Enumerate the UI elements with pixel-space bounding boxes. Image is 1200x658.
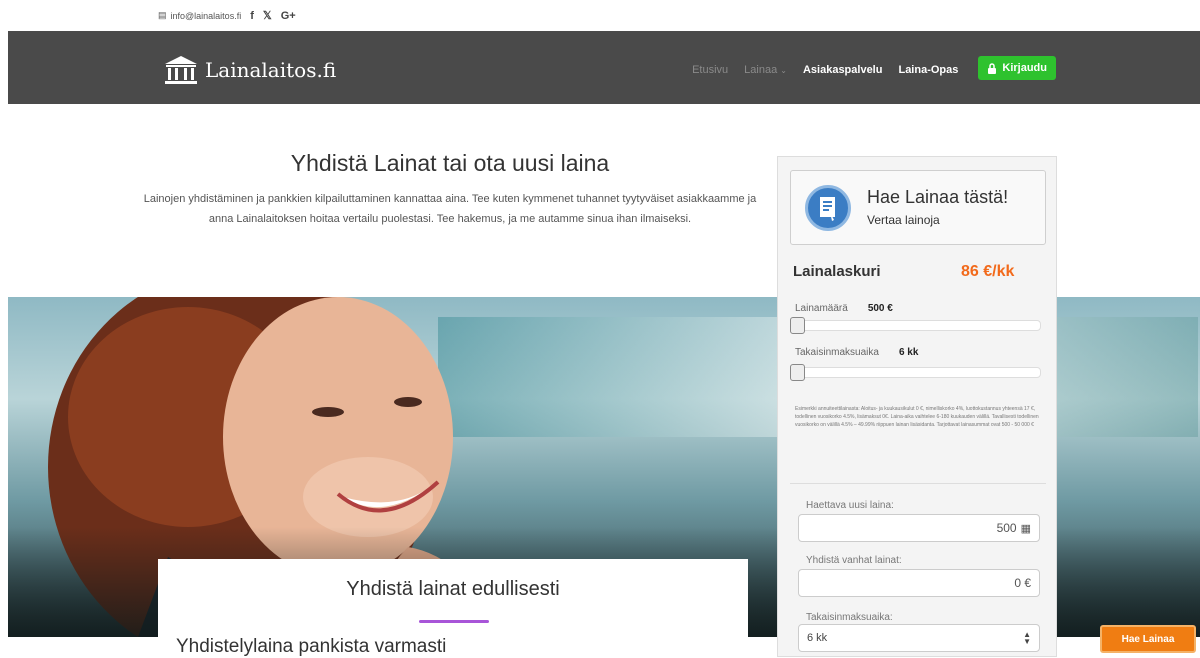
amount-slider-handle[interactable]: [790, 317, 805, 334]
content-title: Yhdistä lainat edullisesti: [346, 578, 560, 600]
brand-logo[interactable]: Lainalaitos.fi: [163, 54, 336, 86]
apply-title: Hae Lainaa tästä!: [867, 187, 1009, 207]
new-loan-label: Haettava uusi laina:: [806, 500, 894, 511]
term-select-label: Takaisinmaksuaika:: [806, 612, 893, 623]
twitter-icon[interactable]: 𝕏: [263, 9, 272, 22]
main-navbar: Lainalaitos.fi Etusivu Lainaa ⌄ Asiakasp…: [8, 31, 1200, 104]
old-loans-label: Yhdistä vanhat lainat:: [806, 555, 902, 566]
page-title: Yhdistä Lainat tai ota uusi laina: [290, 150, 610, 176]
bank-building-icon: [165, 56, 197, 84]
calculator-title: Lainalaskuri: [793, 263, 881, 280]
amount-value: 500 €: [867, 303, 893, 314]
document-icon: [805, 185, 851, 231]
panel-divider: [790, 483, 1046, 484]
loan-example-fineprint: Esimerkki annuiteettilainasta: Aloitus- …: [795, 406, 1039, 428]
calculator-icon: ▦: [1020, 522, 1031, 535]
term-label: Takaisinmaksuaika: [795, 347, 879, 358]
content-card: Yhdistä lainat edullisesti Yhdistelylain…: [158, 559, 748, 657]
term-select-value: 6 kk: [807, 632, 828, 644]
term-row: Takaisinmaksuaika 6 kk: [795, 347, 918, 358]
amount-row: Lainamäärä 500 €: [795, 303, 893, 314]
nav-laina-opas[interactable]: Laina-Opas: [898, 64, 958, 76]
term-slider[interactable]: [790, 364, 1041, 381]
nav-asiakaspalvelu[interactable]: Asiakaspalvelu: [803, 64, 883, 76]
top-contact-bar: ▤ info@lainalaitos.fi f 𝕏 G+: [0, 0, 1200, 31]
new-loan-field[interactable]: 500 ▦: [798, 514, 1040, 542]
amount-label: Lainamäärä: [795, 303, 848, 314]
main-nav: Etusivu Lainaa ⌄ Asiakaspalvelu Laina-Op…: [692, 56, 1056, 80]
chevron-down-icon: ⌄: [780, 66, 787, 75]
new-loan-value: 500: [996, 521, 1017, 535]
content-subtitle: Yhdistelylaina pankista varmasti: [176, 636, 447, 657]
nav-etusivu[interactable]: Etusivu: [692, 64, 728, 76]
monthly-payment: 86 €/kk: [961, 263, 1015, 280]
google-plus-icon[interactable]: G+: [281, 10, 296, 22]
title-underline: [419, 620, 489, 623]
old-loans-value: 0 €: [1014, 576, 1031, 590]
lock-icon: [988, 62, 997, 74]
login-label: Kirjaudu: [1002, 62, 1047, 74]
nav-lainaa[interactable]: Lainaa ⌄: [744, 64, 787, 76]
old-loans-field[interactable]: 0 €: [798, 569, 1040, 597]
select-arrows-icon: ▲ ▼: [1023, 630, 1031, 646]
intro-text: Lainojen yhdistäminen ja pankkien kilpai…: [143, 193, 757, 225]
term-value: 6 kk: [898, 347, 919, 358]
email-text: info@lainalaitos.fi: [170, 10, 242, 21]
intro-section: Yhdistä Lainat tai ota uusi laina Lainoj…: [140, 150, 760, 229]
loan-calculator-panel: Hae Lainaa tästä! Vertaa lainoja Lainala…: [777, 156, 1057, 657]
floating-apply-button[interactable]: Hae Lainaa: [1100, 625, 1196, 653]
email-link[interactable]: ▤ info@lainalaitos.fi: [158, 10, 241, 21]
apply-banner[interactable]: Hae Lainaa tästä! Vertaa lainoja: [790, 170, 1046, 245]
term-slider-handle[interactable]: [790, 364, 805, 381]
term-select[interactable]: 6 kk ▲ ▼: [798, 624, 1040, 652]
nav-lainaa-label: Lainaa: [744, 64, 778, 76]
amount-slider[interactable]: [790, 317, 1041, 334]
brand-name: Lainalaitos.fi: [205, 58, 337, 82]
apply-subtitle: Vertaa lainoja: [867, 213, 940, 227]
login-button[interactable]: Kirjaudu: [978, 56, 1056, 80]
mail-icon: ▤: [158, 10, 167, 20]
facebook-icon[interactable]: f: [250, 10, 254, 22]
